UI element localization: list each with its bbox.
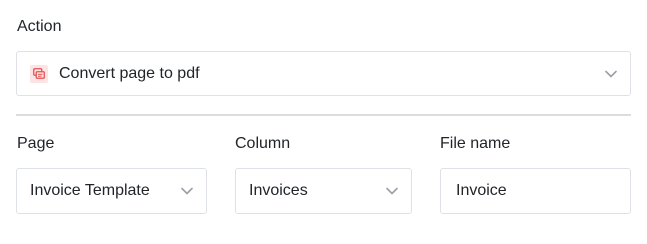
chevron-down-icon [386,187,398,195]
action-select[interactable]: Convert page to pdf [16,51,631,96]
action-select-value: Convert page to pdf [59,64,200,82]
pdf-icon [30,64,48,83]
action-config-panel: Action Convert page to pdf Page Column F… [0,0,647,244]
file-name-label: File name [440,135,511,152]
column-select[interactable]: Invoices [235,168,412,214]
chevron-down-icon [181,187,193,195]
chevron-down-icon [605,70,617,77]
page-select-value: Invoice Template [30,182,150,199]
file-name-value: Invoice [456,182,507,199]
column-label: Column [235,135,291,152]
divider [16,114,631,116]
file-name-field[interactable]: Invoice [440,168,631,214]
page-select[interactable]: Invoice Template [16,168,207,214]
page-label: Page [17,135,55,152]
column-select-value: Invoices [249,182,308,199]
action-label: Action [17,18,62,35]
